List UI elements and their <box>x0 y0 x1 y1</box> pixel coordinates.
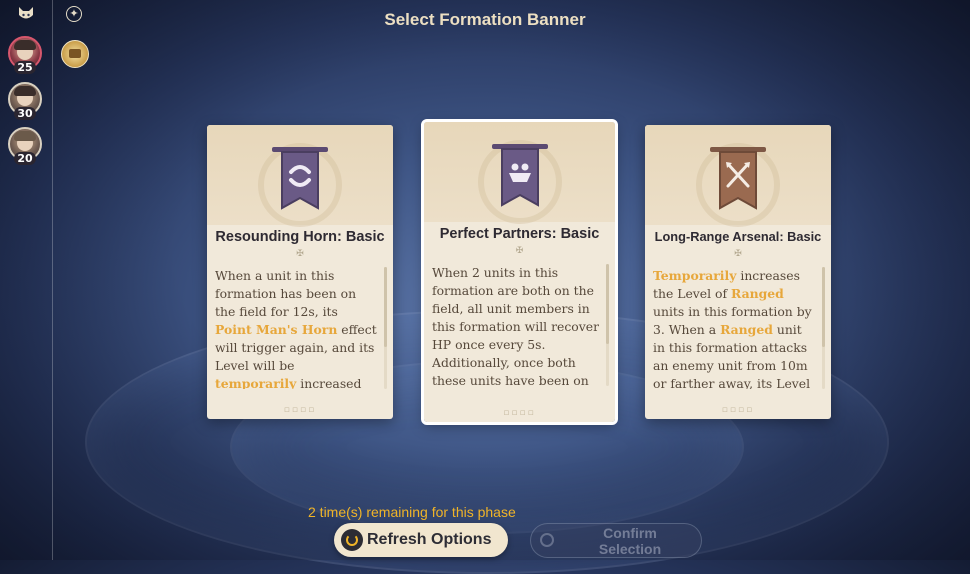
level-badge: 25 <box>14 61 36 74</box>
card-description: When 2 units in this formation are both … <box>432 264 599 386</box>
partners-banner-icon <box>491 144 548 210</box>
highlighted-term: temporarily <box>215 376 297 389</box>
card-title: Perfect Partners: Basic <box>439 226 600 242</box>
level-badge: 20 <box>14 152 36 165</box>
confirm-selection-button[interactable]: Confirm Selection <box>530 523 702 558</box>
avatar-hair <box>14 40 36 50</box>
card-scrollbar[interactable] <box>606 264 609 386</box>
highlighted-term: Ranged <box>731 286 784 301</box>
refresh-icon <box>341 529 363 551</box>
description-text: When 2 units in this formation are both … <box>432 265 599 386</box>
divider-ornament: ✠ <box>734 249 742 259</box>
avatar-hair <box>14 86 36 96</box>
confirm-icon <box>540 533 554 547</box>
refresh-options-button[interactable]: Refresh Options <box>334 523 508 557</box>
crossed-arrows-banner-icon <box>710 147 766 213</box>
swirl-banner-icon <box>272 147 328 213</box>
highlighted-term: Point Man's Horn <box>215 322 338 337</box>
chest-icon[interactable] <box>61 40 89 68</box>
level-badge: 30 <box>14 107 36 120</box>
card-description: Temporarily increases the Level of Range… <box>653 267 815 389</box>
formation-card-perfect-partners[interactable]: Perfect Partners: Basic ✠ When 2 units i… <box>421 119 618 425</box>
card-description: When a unit in this formation has been o… <box>215 267 377 389</box>
page-title: Select Formation Banner <box>384 10 586 29</box>
highlighted-term: Ranged <box>720 322 773 337</box>
highlighted-term: Temporarily <box>653 268 737 283</box>
party-member-1[interactable]: 25 <box>8 36 42 74</box>
card-scrollbar[interactable] <box>384 267 387 389</box>
divider-ornament: ✠ <box>515 246 524 256</box>
card-ornament-dots: ▫▫▫▫ <box>503 408 536 418</box>
refresh-options-label: Refresh Options <box>367 531 492 548</box>
card-title: Long-Range Arsenal: Basic <box>654 229 822 244</box>
party-member-2[interactable]: 30 <box>8 82 42 120</box>
avatar-hair <box>14 131 36 141</box>
description-text: When a unit in this formation has been o… <box>215 268 357 319</box>
card-title: Resounding Horn: Basic <box>215 229 385 245</box>
divider-ornament: ✠ <box>296 249 304 259</box>
card-ornament-dots: ▫▫▫▫ <box>283 405 317 415</box>
remaining-refreshes-text: 2 time(s) remaining for this phase <box>308 504 516 520</box>
card-ornament-dots: ▫▫▫▫ <box>721 405 755 415</box>
card-scrollbar[interactable] <box>822 267 825 389</box>
formation-card-resounding-horn[interactable]: Resounding Horn: Basic ✠ When a unit in … <box>207 125 393 419</box>
confirm-selection-label: Confirm Selection <box>598 525 662 557</box>
party-member-3[interactable]: 20 <box>8 127 42 165</box>
formation-card-long-range-arsenal[interactable]: Long-Range Arsenal: Basic ✠ Temporarily … <box>645 125 831 419</box>
party-sidebar: 25 30 20 <box>0 0 53 560</box>
